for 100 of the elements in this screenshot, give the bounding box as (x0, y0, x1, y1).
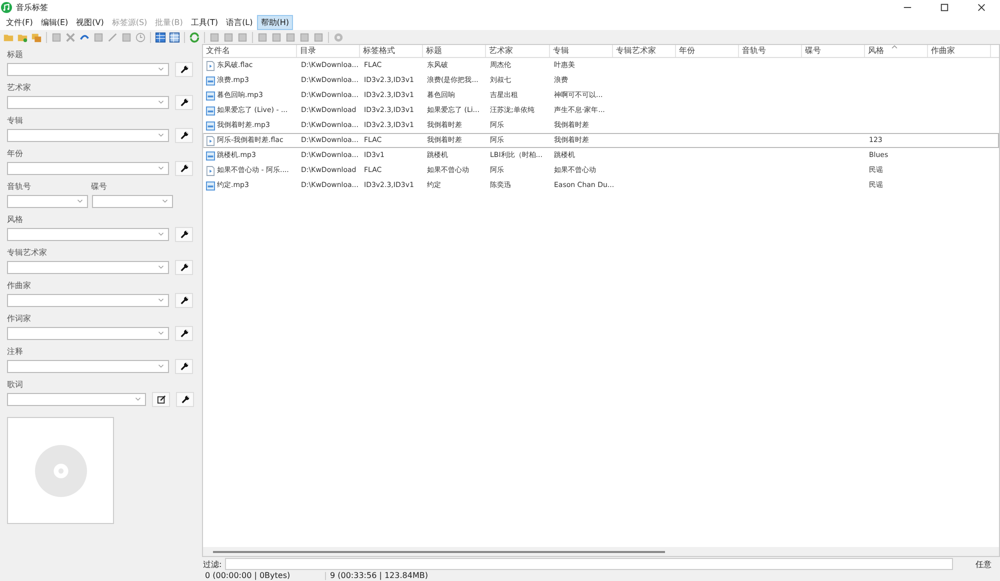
filter-mode[interactable]: 任意 (976, 558, 992, 570)
copy-icon[interactable] (31, 32, 42, 42)
toolbar-icon[interactable] (93, 32, 104, 42)
delete-icon[interactable] (65, 32, 76, 42)
chevron-icon (158, 298, 164, 302)
combo-field[interactable] (7, 128, 169, 142)
field-label: 风格 (7, 214, 24, 226)
field-label: 碟号 (91, 181, 107, 193)
wrench-icon (180, 296, 188, 304)
column-header[interactable]: 年份 (676, 45, 739, 57)
refresh-icon[interactable] (189, 32, 200, 42)
table-icon[interactable] (155, 32, 166, 42)
chevron-icon (162, 198, 168, 202)
wrench-icon (180, 130, 188, 140)
chevron-icon (158, 132, 164, 136)
column-header[interactable]: 文件名 (203, 45, 297, 57)
scrollbar-thumb[interactable] (213, 550, 665, 552)
chevron-icon (158, 232, 164, 236)
column-header[interactable]: 专辑 (550, 45, 613, 57)
combo-field[interactable] (7, 392, 146, 406)
close-icon[interactable] (977, 2, 986, 12)
wrench-icon (180, 362, 188, 370)
field-label: 标题 (7, 49, 24, 61)
menu-item[interactable]: 帮助(H) (256, 14, 294, 30)
combo-field[interactable] (7, 260, 169, 274)
column-header[interactable]: 碟号 (802, 45, 865, 57)
wrench-button[interactable] (175, 62, 193, 76)
toolbar-icon[interactable] (51, 32, 62, 42)
column-header[interactable]: 标签格式 (360, 45, 423, 57)
menu-item[interactable]: 工具(T) (186, 14, 222, 30)
combo-field[interactable] (7, 326, 169, 340)
column-header[interactable]: 艺术家 (486, 45, 550, 57)
field-label: 年份 (7, 148, 24, 160)
column-header[interactable]: 作曲家 (928, 45, 991, 57)
status-text: 0 (00:00:00 | 0Bytes) (201, 572, 326, 580)
clock-icon[interactable] (135, 32, 146, 42)
toolbar-icon[interactable] (313, 32, 324, 42)
edit-button[interactable] (152, 392, 170, 406)
wrench-icon (180, 394, 190, 404)
wrench-button[interactable] (175, 160, 193, 176)
column-header[interactable]: 音轨号 (739, 45, 802, 57)
column-header[interactable]: 目录 (297, 45, 360, 57)
chevron-icon (158, 330, 164, 334)
menu-item[interactable]: 文件(F) (2, 14, 37, 30)
combo-field[interactable] (92, 194, 173, 208)
toolbar-icon[interactable] (223, 32, 234, 42)
field-label: 注释 (7, 346, 24, 358)
field-label: 艺术家 (7, 82, 32, 94)
chevron-icon (158, 264, 164, 268)
filter-label: 过滤: (203, 558, 222, 570)
chevron-icon (77, 198, 83, 202)
status-text: 9 (00:33:56 | 123.84MB) (329, 572, 428, 580)
chevron-icon (158, 66, 164, 70)
field-label: 作曲家 (7, 280, 32, 292)
combo-field[interactable] (7, 228, 169, 240)
wrench-icon (180, 262, 188, 272)
wrench-button[interactable] (176, 392, 194, 406)
maximize-icon[interactable] (940, 2, 949, 12)
wrench-button[interactable] (175, 326, 193, 340)
wrench-button[interactable] (175, 260, 193, 274)
wrench-icon (180, 230, 188, 238)
filter-field[interactable] (224, 558, 953, 570)
window-title: 音乐标签 (16, 2, 48, 12)
toolbar-icon[interactable] (285, 32, 296, 42)
menu-item[interactable]: 语言(L) (222, 14, 257, 30)
toolbar-icon[interactable] (121, 32, 132, 42)
wrench-icon (180, 164, 188, 172)
field-label: 音轨号 (7, 181, 32, 193)
wrench-button[interactable] (175, 358, 193, 374)
toolbar-icon[interactable] (299, 32, 310, 42)
wrench-icon (180, 98, 188, 106)
column-header[interactable]: 标题 (423, 45, 486, 57)
column-header[interactable]: 专辑艺术家 (613, 45, 676, 57)
wrench-button[interactable] (175, 94, 193, 110)
combo-field[interactable] (7, 194, 88, 208)
field-label: 专辑艺术家 (7, 247, 48, 259)
disc-icon (34, 444, 86, 496)
table-icon[interactable] (169, 32, 180, 42)
toolbar-icon[interactable] (209, 32, 220, 42)
toolbar-icon[interactable] (257, 32, 268, 42)
chevron-icon (158, 364, 164, 368)
menu-item[interactable]: 视图(V) (72, 14, 108, 30)
edit-icon (156, 394, 166, 404)
wrench-button[interactable] (175, 292, 193, 308)
combo-field[interactable] (7, 62, 169, 76)
wrench-icon (180, 64, 188, 74)
wrench-button[interactable] (175, 128, 193, 142)
wrench-icon (180, 328, 188, 338)
combo-field[interactable] (7, 360, 169, 372)
combo-field[interactable] (7, 294, 169, 306)
menu-item[interactable]: 编辑(E) (36, 14, 72, 30)
toolbar-icon[interactable] (237, 32, 248, 42)
column-header[interactable]: 风格 (865, 45, 928, 57)
toolbar-icon[interactable] (271, 32, 282, 42)
chevron-icon (158, 166, 164, 170)
wrench-button[interactable] (175, 226, 193, 242)
combo-field[interactable] (7, 162, 169, 174)
combo-field[interactable] (7, 96, 169, 108)
chevron-icon (158, 100, 164, 104)
field-label: 专辑 (7, 115, 24, 127)
